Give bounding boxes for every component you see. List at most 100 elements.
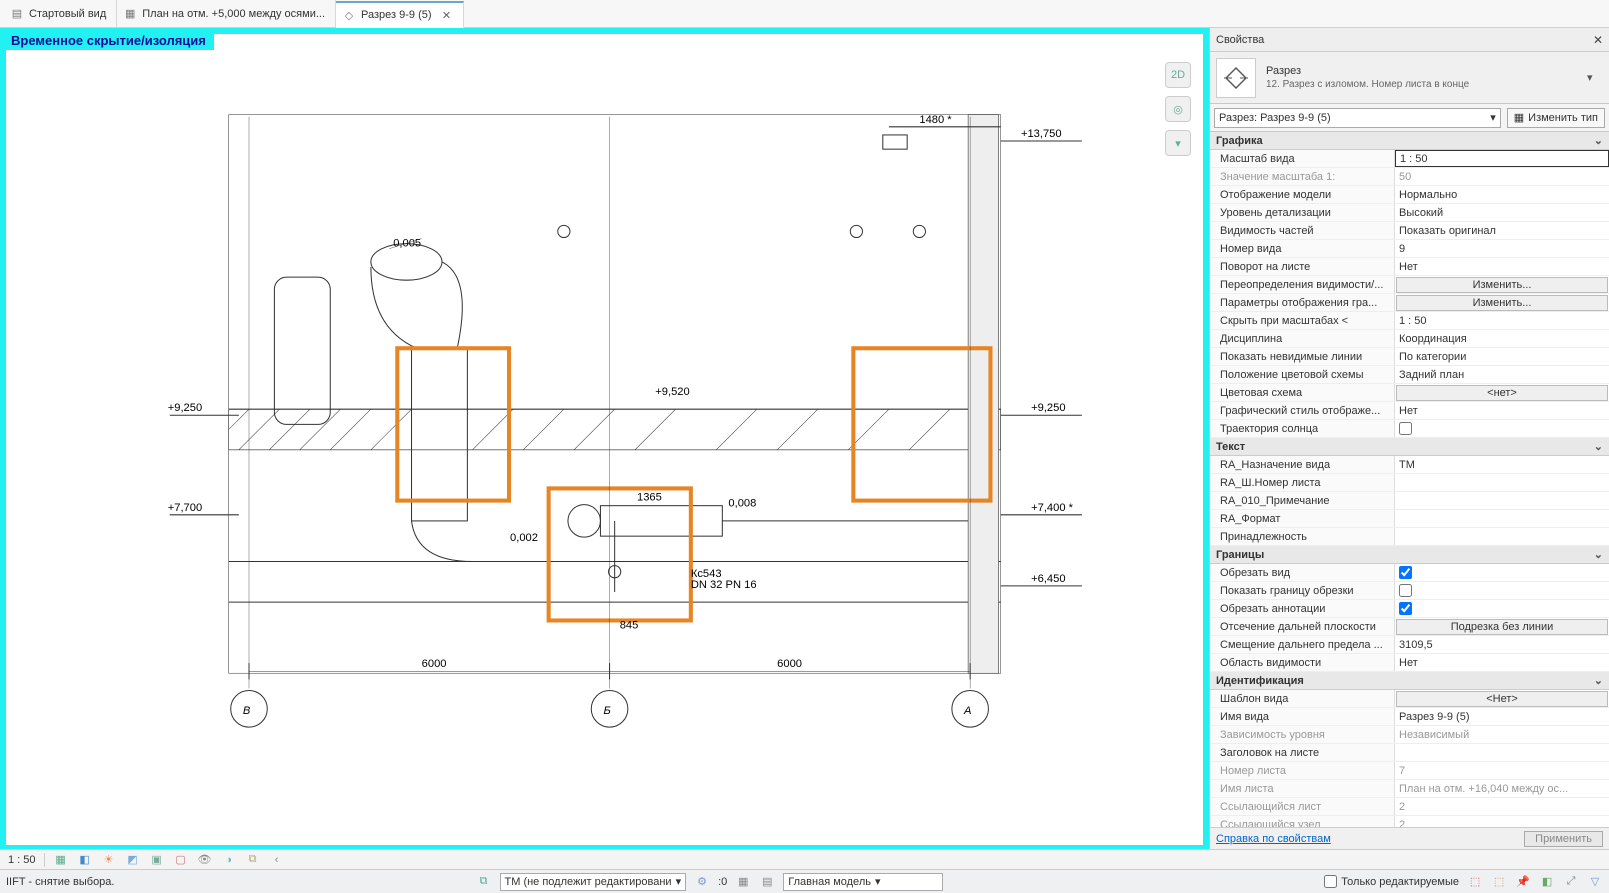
type-selector[interactable]: Разрез 12. Разрез с изломом. Номер листа… bbox=[1210, 52, 1609, 104]
prop-val-crop[interactable] bbox=[1395, 564, 1609, 581]
viewcube-2d-button[interactable]: 2D bbox=[1165, 62, 1191, 88]
prop-val-showcrop[interactable] bbox=[1395, 582, 1609, 599]
drag-elements-icon[interactable]: ⤢ bbox=[1563, 874, 1579, 890]
temporary-hide-icon[interactable]: 👁 bbox=[197, 852, 213, 868]
prop-val-vname[interactable]: Разрез 9-9 (5) bbox=[1395, 708, 1609, 725]
status-bar: IIFT - снятие выбора. ⧉ ТМ (не подлежит … bbox=[0, 869, 1609, 893]
prop-val-faroff[interactable]: 3109,5 bbox=[1395, 636, 1609, 653]
design-option-combo[interactable]: Главная модель ▾ bbox=[783, 873, 943, 891]
properties-help-link[interactable]: Справка по свойствам bbox=[1216, 833, 1331, 845]
collapse-icon[interactable]: ⌄ bbox=[1594, 548, 1603, 561]
group-ident[interactable]: Идентификация⌄ bbox=[1210, 672, 1609, 690]
design-option-label: Главная модель bbox=[788, 876, 871, 888]
plan-icon: ▦ bbox=[123, 7, 137, 21]
prop-val-hidescale[interactable]: 1 : 50 bbox=[1395, 312, 1609, 329]
properties-list[interactable]: Графика⌄ Масштаб вида1 : 50 Значение мас… bbox=[1210, 132, 1609, 827]
collapse-icon[interactable]: ⌄ bbox=[1594, 440, 1603, 453]
tab-section-active[interactable]: ◇ Разрез 9-9 (5) ✕ bbox=[336, 1, 464, 28]
visibility-overrides-button[interactable]: Изменить... bbox=[1396, 277, 1608, 293]
view-control-bar: 1 : 50 ▦ ◧ ☀ ◩ ▣ ▢ 👁 ◑ ⧉ ‹ bbox=[0, 849, 1609, 869]
prop-val-ra-purpose[interactable]: ТМ bbox=[1395, 456, 1609, 473]
tab-start-view[interactable]: ▤ Стартовый вид bbox=[4, 0, 117, 27]
far-clip-button[interactable]: Подрезка без линии bbox=[1396, 619, 1608, 635]
prop-val-hidden[interactable]: По категории bbox=[1395, 348, 1609, 365]
prop-val-viewnum[interactable]: 9 bbox=[1395, 240, 1609, 257]
shadows-icon[interactable]: ◩ bbox=[125, 852, 141, 868]
select-face-icon[interactable]: ◧ bbox=[1539, 874, 1555, 890]
model-groups-icon[interactable]: ▦ bbox=[735, 874, 751, 890]
edit-type-button[interactable]: ▦ Изменить тип bbox=[1507, 108, 1605, 128]
prop-val-ra-fmt[interactable] bbox=[1395, 510, 1609, 527]
prop-val-sun[interactable] bbox=[1395, 420, 1609, 437]
select-links-icon[interactable]: ⬚ bbox=[1467, 874, 1483, 890]
instance-combo[interactable]: Разрез: Разрез 9-9 (5) ▾ bbox=[1214, 108, 1501, 128]
prop-key-gstyle: Графический стиль отображе... bbox=[1210, 402, 1395, 419]
nav-more-button[interactable]: ▾ bbox=[1165, 130, 1191, 156]
workset-combo[interactable]: ТМ (не подлежит редактировани ▾ bbox=[500, 873, 687, 891]
editable-only-label: Только редактируемые bbox=[1341, 876, 1459, 888]
visual-style-icon[interactable]: ◧ bbox=[77, 852, 93, 868]
editable-only-input[interactable] bbox=[1324, 875, 1337, 888]
color-scheme-button[interactable]: <нет> bbox=[1396, 385, 1608, 401]
prop-val-refsh: 2 bbox=[1395, 798, 1609, 815]
prop-val-modeldisp[interactable]: Нормально bbox=[1395, 186, 1609, 203]
select-underlay-icon[interactable]: ⬚ bbox=[1491, 874, 1507, 890]
collapse-icon[interactable]: ⌄ bbox=[1594, 134, 1603, 147]
sun-path-checkbox[interactable] bbox=[1399, 422, 1412, 435]
prop-val-shtitle[interactable] bbox=[1395, 744, 1609, 761]
drawing-canvas[interactable]: Временное скрытие/изоляция 2D ◎ ▾ bbox=[0, 28, 1209, 849]
filter-icon[interactable]: ▽ bbox=[1587, 874, 1603, 890]
worksharing-display-icon[interactable]: ⧉ bbox=[245, 852, 261, 868]
prop-key-dispopt: Параметры отображения гра... bbox=[1210, 294, 1395, 311]
chevron-down-icon: ▾ bbox=[676, 875, 682, 888]
section-drawing: 6000 6000 В Б А +9,250 +7,700 +9,250 +7,… bbox=[66, 74, 1143, 785]
select-pinned-icon[interactable]: 📌 bbox=[1515, 874, 1531, 890]
svg-text:845: 845 bbox=[620, 620, 639, 632]
crop-icon[interactable]: ▣ bbox=[149, 852, 165, 868]
crop-view-checkbox[interactable] bbox=[1399, 566, 1412, 579]
section-type-icon bbox=[1216, 58, 1256, 98]
prop-val-ra-sheet[interactable] bbox=[1395, 474, 1609, 491]
prop-val-ra-note[interactable] bbox=[1395, 492, 1609, 509]
detail-level-icon[interactable]: ▦ bbox=[53, 852, 69, 868]
group-bounds[interactable]: Границы⌄ bbox=[1210, 546, 1609, 564]
prop-key-detail: Уровень детализации bbox=[1210, 204, 1395, 221]
group-text[interactable]: Текст⌄ bbox=[1210, 438, 1609, 456]
prop-key-shname: Имя листа bbox=[1210, 780, 1395, 797]
nav-left-icon[interactable]: ‹ bbox=[269, 852, 285, 868]
crop-region-icon[interactable]: ▢ bbox=[173, 852, 189, 868]
selection-count: :0 bbox=[718, 876, 727, 888]
sun-path-icon[interactable]: ☀ bbox=[101, 852, 117, 868]
prop-val-partvis[interactable]: Показать оригинал bbox=[1395, 222, 1609, 239]
nav-wheel-button[interactable]: ◎ bbox=[1165, 96, 1191, 122]
crop-annotations-checkbox[interactable] bbox=[1399, 602, 1412, 615]
prop-val-belong[interactable] bbox=[1395, 528, 1609, 545]
view-template-button[interactable]: <Нет> bbox=[1396, 691, 1608, 707]
editable-filter-icon[interactable]: ⚙ bbox=[694, 874, 710, 890]
prop-val-gstyle[interactable]: Нет bbox=[1395, 402, 1609, 419]
prop-val-detail[interactable]: Высокий bbox=[1395, 204, 1609, 221]
prop-val-scale[interactable]: 1 : 50 bbox=[1395, 150, 1609, 167]
chevron-down-icon[interactable]: ▾ bbox=[1587, 71, 1603, 84]
tab-plan[interactable]: ▦ План на отм. +5,000 между осями... bbox=[117, 0, 336, 27]
editable-only-checkbox[interactable]: Только редактируемые bbox=[1324, 875, 1459, 888]
display-options-button[interactable]: Изменить... bbox=[1396, 295, 1608, 311]
design-options-icon[interactable]: ▤ bbox=[759, 874, 775, 890]
prop-key-ra-sheet: RA_Ш.Номер листа bbox=[1210, 474, 1395, 491]
nav-tools: 2D ◎ ▾ bbox=[1163, 62, 1193, 156]
prop-val-scope[interactable]: Нет bbox=[1395, 654, 1609, 671]
prop-val-colorpos[interactable]: Задний план bbox=[1395, 366, 1609, 383]
prop-key-lvldep: Зависимость уровня bbox=[1210, 726, 1395, 743]
reveal-hidden-icon[interactable]: ◑ bbox=[221, 852, 237, 868]
prop-val-disc[interactable]: Координация bbox=[1395, 330, 1609, 347]
close-icon[interactable]: ✕ bbox=[441, 9, 453, 21]
group-graphics[interactable]: Графика⌄ bbox=[1210, 132, 1609, 150]
show-crop-checkbox[interactable] bbox=[1399, 584, 1412, 597]
view-scale[interactable]: 1 : 50 bbox=[8, 854, 36, 866]
apply-button[interactable]: Применить bbox=[1524, 831, 1603, 847]
workset-icon[interactable]: ⧉ bbox=[476, 874, 492, 890]
collapse-icon[interactable]: ⌄ bbox=[1594, 674, 1603, 687]
prop-val-rot[interactable]: Нет bbox=[1395, 258, 1609, 275]
close-icon[interactable]: ✕ bbox=[1593, 33, 1603, 47]
prop-val-cropann[interactable] bbox=[1395, 600, 1609, 617]
